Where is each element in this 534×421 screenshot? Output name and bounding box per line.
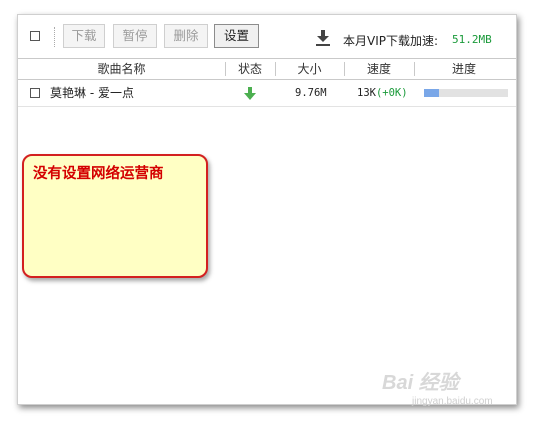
row-checkbox[interactable] xyxy=(30,88,40,98)
column-header-speed[interactable]: 速度 xyxy=(344,59,414,79)
toolbar: 下载 暂停 删除 设置 本月VIP下载加速: 51.2MB xyxy=(18,15,516,57)
progress-bar-fill xyxy=(424,89,440,97)
watermark-url: jingyan.baidu.com xyxy=(412,396,493,407)
download-icon xyxy=(316,30,330,46)
progress-bar xyxy=(424,89,508,97)
speed-value: 13K xyxy=(357,87,376,99)
table-header: 歌曲名称 状态 大小 速度 进度 xyxy=(18,58,516,80)
column-header-song-name[interactable]: 歌曲名称 xyxy=(18,59,225,79)
download-arrow-icon xyxy=(244,87,256,100)
song-name: 莫艳琳 - 爱一点 xyxy=(50,86,134,100)
download-speed: 13K(+0K) xyxy=(357,80,408,106)
vip-speed-label: 本月VIP下载加速: xyxy=(343,34,439,48)
vip-speed-value: 51.2MB xyxy=(452,33,492,46)
column-header-size[interactable]: 大小 xyxy=(275,59,344,79)
settings-button[interactable]: 设置 xyxy=(214,24,259,48)
file-size: 9.76M xyxy=(295,87,327,99)
watermark-logo: Bai 经验 xyxy=(382,372,459,394)
download-button[interactable]: 下载 xyxy=(63,24,105,48)
annotation-text: 没有设置网络运营商 xyxy=(33,165,164,182)
column-header-status[interactable]: 状态 xyxy=(225,59,275,79)
table-row[interactable]: 莫艳琳 - 爱一点 9.76M 13K(+0K) xyxy=(18,80,516,107)
download-manager-window: 下载 暂停 删除 设置 本月VIP下载加速: 51.2MB 歌曲名称 状态 大小… xyxy=(17,14,517,405)
pause-button[interactable]: 暂停 xyxy=(113,24,157,48)
delete-button[interactable]: 删除 xyxy=(164,24,208,48)
select-all-checkbox[interactable] xyxy=(30,31,40,41)
speed-increment: (+0K) xyxy=(375,87,408,99)
annotation-callout: 没有设置网络运营商 xyxy=(22,154,208,278)
toolbar-divider xyxy=(54,27,55,47)
column-header-progress[interactable]: 进度 xyxy=(414,59,514,79)
